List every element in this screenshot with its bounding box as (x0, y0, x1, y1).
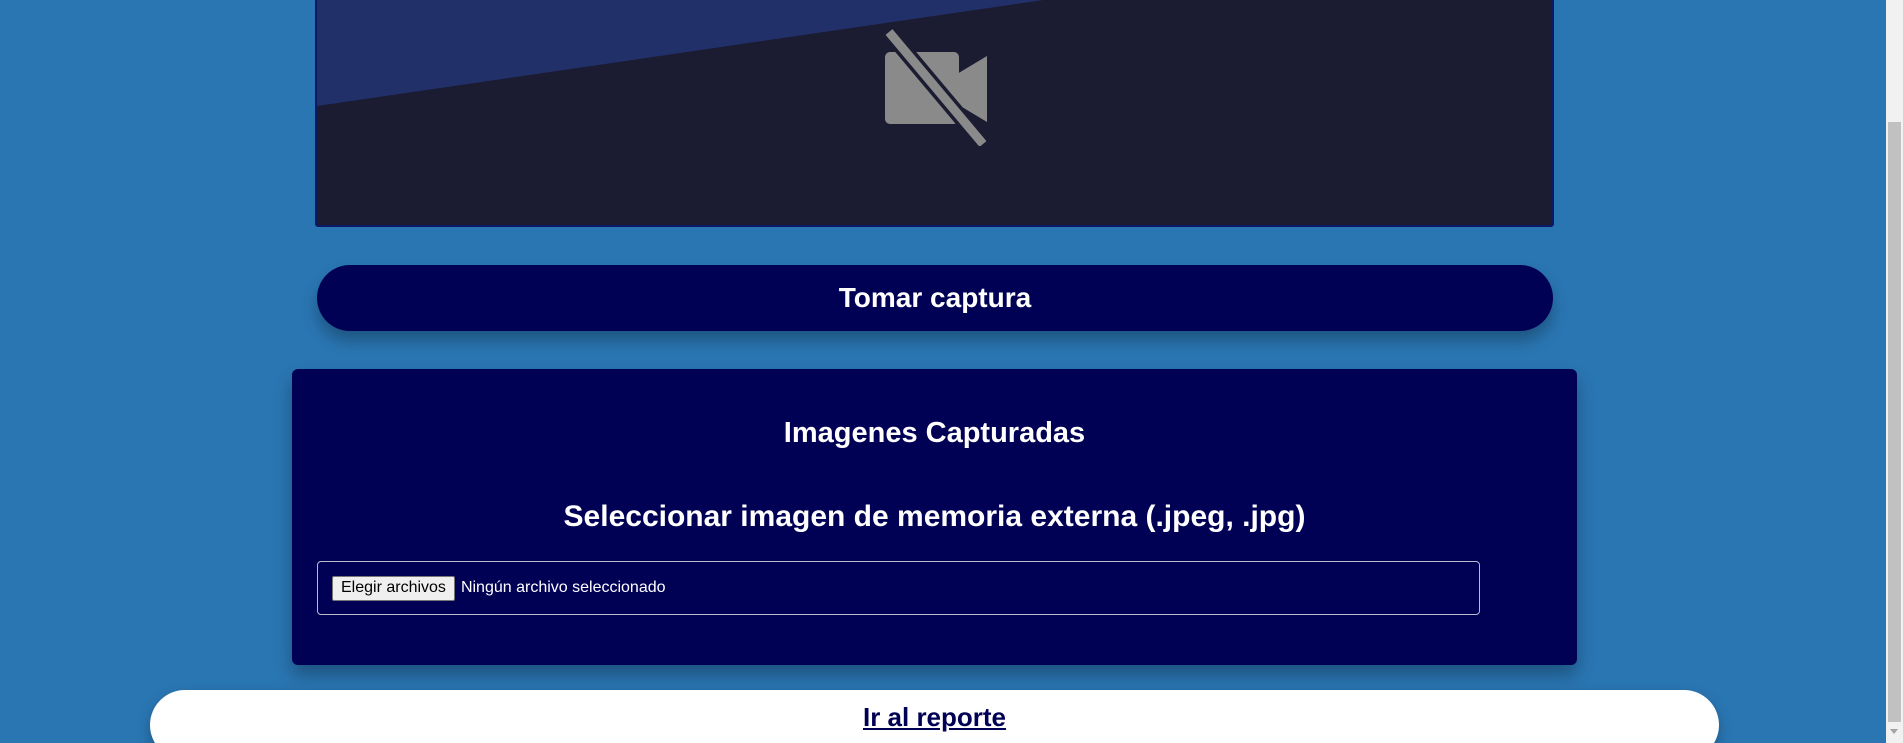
file-input-field[interactable]: Elegir archivos Ningún archivo seleccion… (317, 561, 1480, 615)
report-link-bar: Ir al reporte (150, 690, 1719, 743)
scrollbar-thumb[interactable] (1888, 122, 1901, 722)
file-status-text: Ningún archivo seleccionado (460, 579, 666, 596)
scroll-down-arrow-icon[interactable] (1890, 729, 1898, 734)
camera-preview (315, 0, 1554, 227)
video-off-icon (882, 26, 990, 146)
go-to-report-link[interactable]: Ir al reporte (863, 702, 1006, 734)
page-scrollbar[interactable] (1886, 0, 1903, 743)
captured-images-panel: Imagenes Capturadas Seleccionar imagen d… (292, 369, 1577, 665)
captured-images-title: Imagenes Capturadas (783, 417, 1086, 449)
take-capture-button[interactable]: Tomar captura (317, 265, 1553, 331)
external-memory-heading: Seleccionar imagen de memoria externa (.… (563, 500, 1306, 533)
choose-files-button[interactable]: Elegir archivos (332, 575, 455, 601)
page: Tomar captura Imagenes Capturadas Selecc… (0, 0, 1903, 743)
